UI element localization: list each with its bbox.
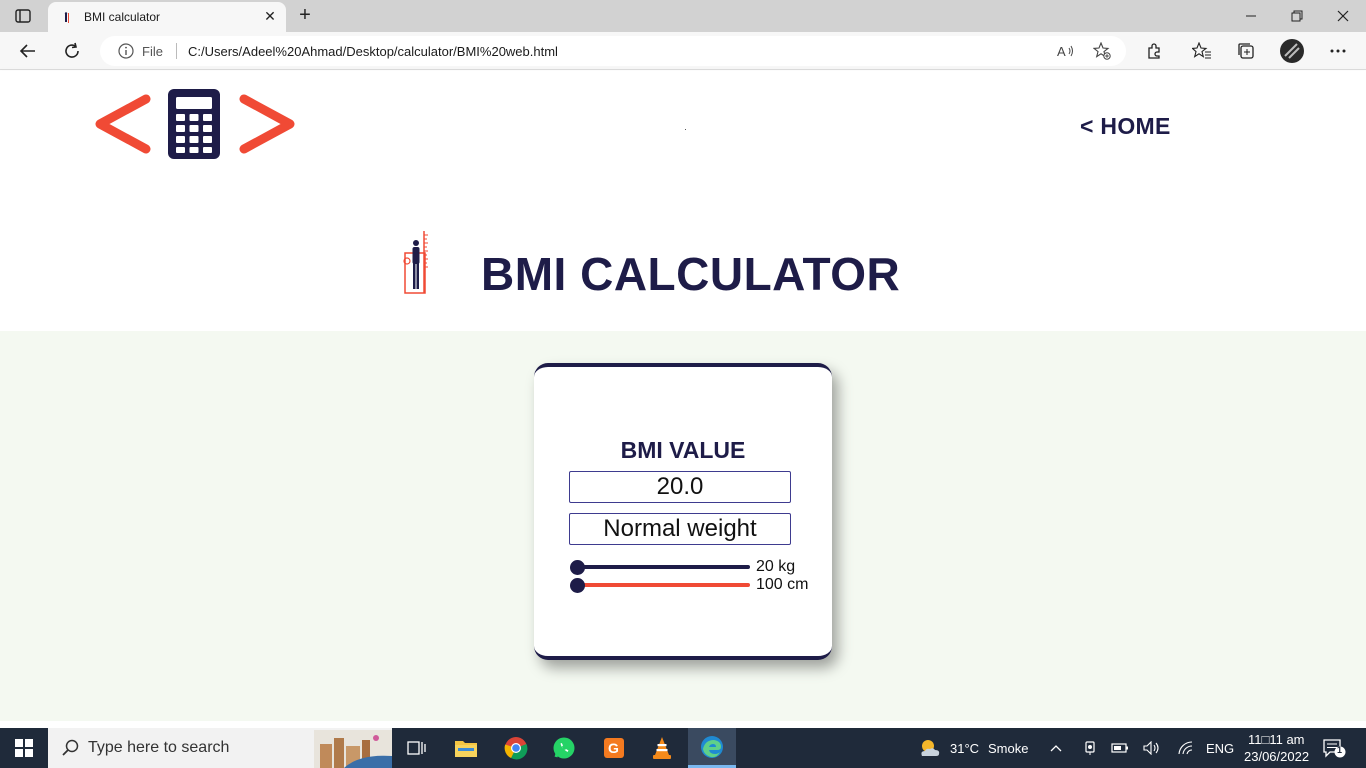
page-bottom-strip: [0, 721, 1366, 728]
bmi-card: BMI VALUE 20.0 Normal weight 20 kg 100 c…: [534, 363, 832, 660]
restore-icon[interactable]: [1274, 0, 1320, 32]
back-arrow-icon[interactable]: [14, 38, 42, 64]
page-title: BMI CALCULATOR: [481, 248, 901, 300]
weight-slider-track[interactable]: [578, 565, 750, 569]
edge-browser-icon[interactable]: [688, 728, 736, 768]
close-window-icon[interactable]: [1320, 0, 1366, 32]
search-highlight-illustration-icon: [314, 730, 392, 768]
tab-bmi-calculator[interactable]: BMI calculator ✕: [48, 2, 286, 32]
refresh-icon[interactable]: [58, 38, 86, 64]
favorites-icon[interactable]: [1188, 38, 1216, 64]
weather-temperature[interactable]: 31°C: [950, 741, 979, 756]
meet-now-icon[interactable]: [1080, 738, 1100, 758]
notification-count-badge: 1: [1337, 745, 1343, 755]
height-slider-row: 100 cm: [570, 576, 830, 594]
browser-toolbar: File C:/Users/Adeel%20Ahmad/Desktop/calc…: [0, 32, 1366, 70]
chevron-up-icon[interactable]: [1046, 738, 1066, 758]
svg-text:G: G: [608, 740, 619, 756]
bmi-category-output: Normal weight: [569, 513, 791, 545]
site-header: < HOME: [0, 71, 1366, 181]
calculator-logo-icon[interactable]: [94, 87, 296, 161]
search-placeholder: Type here to search: [88, 739, 230, 756]
home-link[interactable]: < HOME: [1080, 113, 1171, 140]
windows-taskbar: Type here to search G 31°C Smoke ENG 11□…: [0, 728, 1366, 768]
file-explorer-icon[interactable]: [442, 728, 490, 768]
tab-actions-icon[interactable]: [10, 6, 36, 26]
volume-icon[interactable]: [1142, 738, 1162, 758]
height-value-label: 100 cm: [756, 576, 809, 593]
decorative-dot: [685, 129, 686, 130]
vlc-icon[interactable]: [638, 728, 686, 768]
clock-date[interactable]: 23/06/2022: [1244, 749, 1309, 764]
search-icon: [62, 739, 80, 757]
bmi-card-title: BMI VALUE: [620, 437, 746, 463]
weight-slider-row: 20 kg: [570, 558, 830, 576]
tab-close-icon[interactable]: ✕: [262, 8, 278, 24]
notifications-icon[interactable]: [1322, 738, 1346, 758]
extensions-icon[interactable]: [1140, 38, 1168, 64]
address-separator: [176, 43, 177, 59]
wifi-icon[interactable]: [1176, 738, 1196, 758]
new-tab-button[interactable]: +: [294, 5, 316, 27]
taskbar-search-box[interactable]: Type here to search: [48, 728, 392, 768]
height-slider-thumb[interactable]: [570, 578, 585, 593]
language-indicator[interactable]: ENG: [1206, 741, 1234, 756]
weight-slider-thumb[interactable]: [570, 560, 585, 575]
profile-avatar-icon[interactable]: [1278, 38, 1306, 64]
address-file-label: File: [142, 44, 163, 59]
title-section: BMI CALCULATOR: [0, 181, 1366, 331]
clock-time[interactable]: 11□11 am: [1248, 732, 1305, 747]
weather-condition[interactable]: Smoke: [988, 741, 1028, 756]
height-slider-track[interactable]: [578, 583, 750, 587]
chrome-icon[interactable]: [492, 728, 540, 768]
battery-icon[interactable]: [1110, 738, 1130, 758]
person-favicon-icon: [60, 11, 72, 23]
svg-text:A: A: [1057, 44, 1066, 59]
bmi-value-output: 20.0: [569, 471, 791, 503]
browser-tabstrip: BMI calculator ✕ +: [0, 0, 1366, 32]
weather-icon[interactable]: [918, 738, 942, 758]
add-favorite-icon[interactable]: [1092, 41, 1112, 61]
read-aloud-icon[interactable]: A: [1056, 41, 1076, 61]
task-view-icon[interactable]: [392, 728, 440, 768]
tab-title: BMI calculator: [84, 10, 161, 24]
info-icon[interactable]: [118, 43, 134, 59]
address-bar[interactable]: File C:/Users/Adeel%20Ahmad/Desktop/calc…: [100, 36, 1126, 66]
address-url[interactable]: C:/Users/Adeel%20Ahmad/Desktop/calculato…: [188, 44, 558, 59]
pdf-tool-icon[interactable]: G: [590, 728, 638, 768]
whatsapp-icon[interactable]: [540, 728, 588, 768]
weight-value-label: 20 kg: [756, 558, 796, 575]
windows-start-icon[interactable]: [0, 728, 48, 768]
settings-more-icon[interactable]: [1324, 38, 1352, 64]
collections-icon[interactable]: [1232, 38, 1260, 64]
height-measure-person-icon: [400, 227, 430, 297]
minimize-icon[interactable]: [1228, 0, 1274, 32]
calculator-section: BMI VALUE 20.0 Normal weight 20 kg 100 c…: [0, 331, 1366, 721]
